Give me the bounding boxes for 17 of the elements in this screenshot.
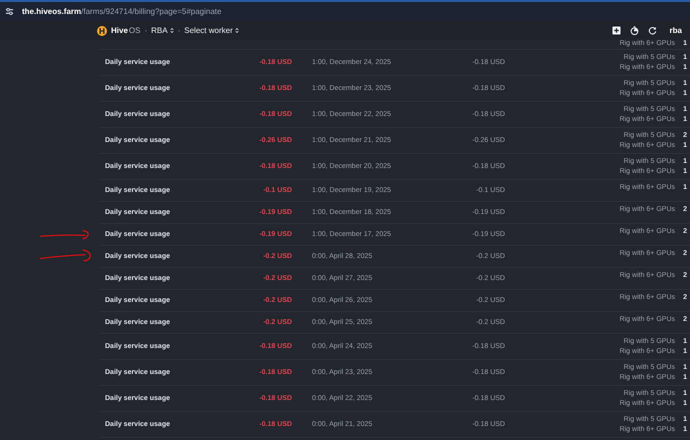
site-settings-icon[interactable] bbox=[5, 7, 14, 16]
sort-caret-icon bbox=[234, 27, 239, 34]
hive-logo-icon bbox=[97, 26, 107, 36]
separator-dot: · bbox=[144, 26, 148, 35]
user-menu[interactable]: rba bbox=[666, 26, 682, 35]
address-bar[interactable]: the.hiveos.farm/farms/924714/billing?page=5#paginate bbox=[0, 0, 690, 21]
farm-selector[interactable]: RBA bbox=[151, 26, 174, 35]
worker-selector[interactable]: Select worker bbox=[184, 26, 239, 35]
refresh-icon[interactable] bbox=[648, 26, 657, 35]
brand-name: Hive bbox=[111, 26, 128, 35]
plus-square-icon[interactable] bbox=[612, 26, 621, 35]
sort-caret-icon bbox=[170, 27, 174, 34]
stopwatch-icon[interactable] bbox=[630, 26, 639, 35]
separator-dot: · bbox=[178, 26, 180, 35]
brand-suffix: OS bbox=[128, 26, 140, 35]
url-host: the.hiveos.farm bbox=[22, 7, 82, 16]
url-path: /farms/924714/billing?page=5#paginate bbox=[81, 7, 222, 16]
